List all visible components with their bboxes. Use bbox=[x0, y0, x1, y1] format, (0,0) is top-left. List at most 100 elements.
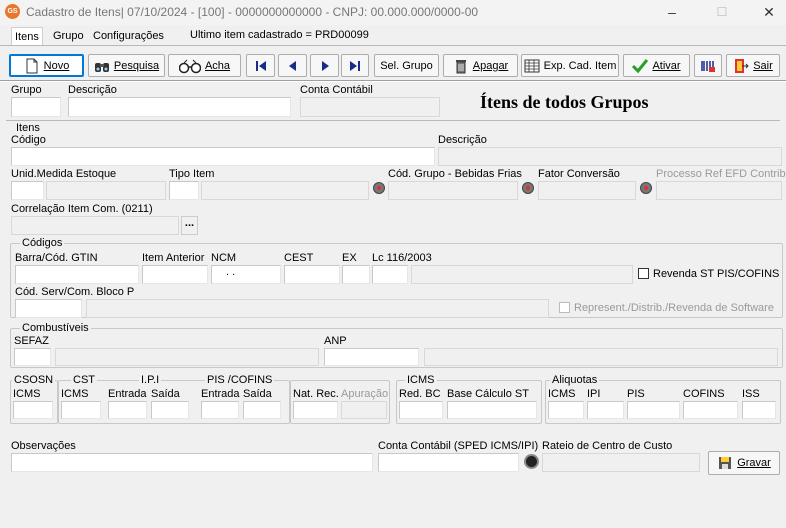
aliq-iss-input[interactable] bbox=[742, 401, 776, 419]
item-anterior-input[interactable] bbox=[142, 265, 208, 284]
last-icon bbox=[347, 58, 363, 74]
fator-conversao-label: Fator Conversão bbox=[538, 168, 620, 180]
exit-door-icon bbox=[733, 58, 749, 74]
tipo-item-lookup-icon[interactable] bbox=[373, 182, 385, 194]
revenda-st-checkbox[interactable] bbox=[638, 268, 649, 279]
aliq-ipi-input[interactable] bbox=[587, 401, 624, 419]
conta-contabil-sped-input[interactable] bbox=[378, 453, 519, 472]
represent-label: Represent./Distrib./Revenda de Software bbox=[574, 302, 774, 314]
page-title: Ítens de todos Grupos bbox=[480, 92, 649, 112]
barcode-icon bbox=[700, 58, 716, 74]
ipi-entrada-label: Entrada bbox=[108, 388, 147, 400]
grupo-input[interactable] bbox=[11, 97, 61, 117]
lc-input[interactable] bbox=[372, 265, 408, 284]
csosn-icms-input[interactable] bbox=[13, 401, 53, 419]
barra-input[interactable] bbox=[15, 265, 139, 284]
base-calc-st-label: Base Cálculo ST bbox=[447, 388, 529, 400]
pis-saida-input[interactable] bbox=[243, 401, 281, 419]
ncm-label: NCM bbox=[211, 252, 237, 264]
ex-label: EX bbox=[342, 252, 357, 264]
cod-grupo-bebidas-label: Cód. Grupo - Bebidas Frias bbox=[388, 168, 522, 180]
ncm-input[interactable]: . . bbox=[211, 265, 281, 284]
pis-entrada-input[interactable] bbox=[201, 401, 239, 419]
sefaz-label: SEFAZ bbox=[14, 335, 49, 347]
first-record-button[interactable] bbox=[246, 54, 275, 77]
base-calc-st-input[interactable] bbox=[447, 401, 537, 419]
nat-rec-input[interactable] bbox=[293, 401, 338, 419]
lc-desc-input bbox=[411, 265, 633, 284]
apagar-button[interactable]: Apagar bbox=[443, 54, 518, 77]
pesquisa-button[interactable]: Pesquisa bbox=[88, 54, 165, 77]
observacoes-label: Observações bbox=[11, 440, 76, 452]
aliq-ipi-label: IPI bbox=[587, 388, 601, 400]
conta-contabil-lookup-icon[interactable] bbox=[524, 454, 539, 469]
exp-cad-item-label: Exp. Cad. Item bbox=[543, 59, 617, 72]
sair-button[interactable]: Sair bbox=[726, 54, 780, 77]
acha-button[interactable]: Acha bbox=[168, 54, 241, 77]
observacoes-input[interactable] bbox=[11, 453, 373, 472]
conta-contabil-input[interactable] bbox=[300, 97, 440, 117]
barcode-button[interactable] bbox=[694, 54, 722, 77]
next-record-button[interactable] bbox=[310, 54, 339, 77]
tab-grupo[interactable]: Grupo bbox=[50, 27, 87, 45]
cod-serv-input[interactable] bbox=[15, 299, 82, 318]
tab-configuracoes[interactable]: Configurações bbox=[90, 27, 167, 45]
tipo-item-label: Tipo Item bbox=[169, 168, 215, 180]
toolbar-divider bbox=[0, 80, 786, 82]
fator-conversao-lookup-icon[interactable] bbox=[640, 182, 652, 194]
aliq-pis-input[interactable] bbox=[627, 401, 680, 419]
ativar-button[interactable]: Ativar bbox=[623, 54, 690, 77]
processo-ref-label: Processo Ref EFD Contrib. bbox=[656, 168, 786, 180]
cest-input[interactable] bbox=[284, 265, 340, 284]
ipi-group-title: I.P.I bbox=[139, 374, 162, 386]
aliq-icms-label: ICMS bbox=[548, 388, 576, 400]
cod-grupo-lookup-icon[interactable] bbox=[522, 182, 534, 194]
csosn-group-title: CSOSN bbox=[12, 374, 56, 386]
fator-conversao-input[interactable] bbox=[538, 181, 636, 200]
aliq-icms-input[interactable] bbox=[548, 401, 584, 419]
combustiveis-group-title: Combustíveis bbox=[20, 322, 91, 334]
maximize-button[interactable]: ☐ bbox=[702, 2, 742, 22]
ipi-saida-input[interactable] bbox=[151, 401, 189, 419]
novo-label: Novo bbox=[43, 59, 70, 72]
processo-ref-input[interactable] bbox=[656, 181, 782, 200]
last-record-button[interactable] bbox=[341, 54, 369, 77]
codigos-group-title: Códigos bbox=[20, 237, 65, 249]
represent-checkbox[interactable] bbox=[559, 302, 570, 313]
unid-medida-input[interactable] bbox=[11, 181, 44, 200]
nat-rec-label: Nat. Rec. bbox=[293, 388, 339, 400]
close-button[interactable]: ✕ bbox=[749, 2, 786, 22]
gravar-button[interactable]: Gravar bbox=[708, 451, 780, 475]
apuracao-input[interactable] bbox=[341, 401, 387, 419]
ex-input[interactable] bbox=[342, 265, 370, 284]
anp-label: ANP bbox=[324, 335, 347, 347]
cst-icms-input[interactable] bbox=[61, 401, 101, 419]
anp-input[interactable] bbox=[324, 348, 419, 366]
cod-grupo-bebidas-input[interactable] bbox=[388, 181, 518, 200]
sefaz-input[interactable] bbox=[14, 348, 51, 366]
cest-label: CEST bbox=[284, 252, 314, 264]
aliq-cofins-input[interactable] bbox=[683, 401, 738, 419]
rateio-input[interactable] bbox=[542, 453, 700, 472]
tipo-item-input[interactable] bbox=[169, 181, 199, 200]
red-bc-input[interactable] bbox=[399, 401, 443, 419]
minimize-button[interactable]: – bbox=[652, 2, 692, 22]
correlacao-ellipsis-button[interactable]: ... bbox=[181, 216, 198, 235]
correlacao-input[interactable] bbox=[11, 216, 179, 235]
unid-medida-desc-input bbox=[46, 181, 166, 200]
codigo-input[interactable] bbox=[11, 147, 435, 166]
descricao-grupo-input[interactable] bbox=[68, 97, 291, 117]
aliq-iss-label: ISS bbox=[742, 388, 760, 400]
novo-button[interactable]: Novo bbox=[9, 54, 84, 77]
conta-contabil-label: Conta Contábil bbox=[300, 84, 373, 96]
exp-cad-item-button[interactable]: Exp. Cad. Item bbox=[521, 54, 619, 77]
cod-serv-desc-input bbox=[86, 299, 549, 318]
tab-divider bbox=[0, 45, 786, 46]
spreadsheet-icon bbox=[524, 58, 540, 74]
tab-itens[interactable]: Itens bbox=[11, 27, 43, 45]
prev-record-button[interactable] bbox=[278, 54, 307, 77]
ipi-entrada-input[interactable] bbox=[108, 401, 147, 419]
tipo-item-desc-input bbox=[201, 181, 369, 200]
sel-grupo-button[interactable]: Sel. Grupo bbox=[374, 54, 439, 77]
descricao-item-input[interactable] bbox=[438, 147, 782, 166]
